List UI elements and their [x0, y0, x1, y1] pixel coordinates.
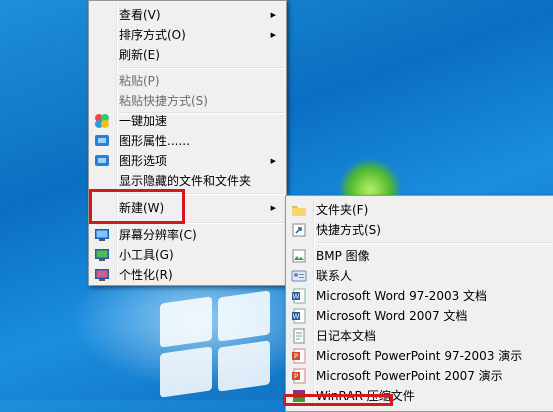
submenu-arrow-icon: ▶	[270, 157, 276, 165]
powerpoint-icon: P	[292, 348, 306, 364]
powerpoint-icon: P	[292, 368, 306, 384]
svg-text:W: W	[293, 293, 300, 301]
menu-item-paste-shortcut[interactable]: 粘贴快捷方式(S)	[91, 91, 284, 111]
menu-item-label: 屏幕分辨率(C)	[119, 228, 197, 242]
menu-item-label: 小工具(G)	[119, 248, 174, 262]
menu-item-personalize[interactable]: 个性化(R)	[91, 265, 284, 285]
gadgets-icon	[95, 249, 109, 261]
shortcut-icon	[292, 223, 306, 237]
menu-item-label: 联系人	[316, 269, 353, 283]
submenu-item-highlight-box	[283, 394, 393, 406]
word-icon: W	[292, 288, 306, 304]
menu-item-graphics-options[interactable]: 图形选项 ▶	[91, 151, 284, 171]
menu-item-screen-resolution[interactable]: 屏幕分辨率(C)	[91, 225, 284, 245]
menu-item-label: 排序方式(O)	[119, 28, 186, 42]
menu-item-view[interactable]: 查看(V) ▶	[91, 5, 284, 25]
submenu-item-folder[interactable]: 文件夹(F)	[288, 200, 552, 220]
screen-resolution-icon	[95, 229, 109, 241]
svg-text:P: P	[294, 373, 298, 381]
submenu-item-shortcut[interactable]: 快捷方式(S)	[288, 220, 552, 240]
windows-logo	[160, 290, 280, 400]
new-item-highlight-box	[89, 189, 185, 224]
menu-item-refresh[interactable]: 刷新(E)	[91, 45, 284, 65]
desktop-context-menu: 查看(V) ▶ 排序方式(O) ▶ 刷新(E) 粘贴(P) 粘贴快捷方式(S) …	[88, 0, 287, 286]
journal-icon	[293, 328, 305, 344]
menu-item-label: 一键加速	[119, 114, 168, 128]
contact-icon	[291, 270, 307, 282]
menu-separator	[316, 242, 552, 244]
menu-item-label: 粘贴快捷方式(S)	[119, 94, 208, 108]
menu-item-label: 显示隐藏的文件和文件夹	[119, 174, 252, 188]
menu-item-label: BMP 图像	[316, 249, 370, 263]
menu-item-label: 个性化(R)	[119, 268, 173, 282]
svg-text:P: P	[294, 353, 298, 361]
submenu-item-contact[interactable]: 联系人	[288, 266, 552, 286]
menu-item-label: Microsoft PowerPoint 97-2003 演示	[316, 349, 523, 363]
menu-item-label: 粘贴(P)	[119, 74, 160, 88]
menu-item-sort-by[interactable]: 排序方式(O) ▶	[91, 25, 284, 45]
submenu-item-word-97-2003[interactable]: W Microsoft Word 97-2003 文档	[288, 286, 552, 306]
submenu-item-powerpoint-97-2003[interactable]: P Microsoft PowerPoint 97-2003 演示	[288, 346, 552, 366]
menu-item-label: 刷新(E)	[119, 48, 160, 62]
menu-item-label: 快捷方式(S)	[316, 223, 381, 237]
menu-item-label: Microsoft Word 97-2003 文档	[316, 289, 488, 303]
submenu-arrow-icon: ▶	[270, 11, 276, 19]
submenu-item-bmp-image[interactable]: BMP 图像	[288, 246, 552, 266]
menu-item-label: 图形选项	[119, 154, 168, 168]
svg-text:W: W	[293, 313, 300, 321]
menu-separator	[119, 67, 284, 69]
submenu-arrow-icon: ▶	[270, 204, 276, 212]
menu-item-gadgets[interactable]: 小工具(G)	[91, 245, 284, 265]
speedup-icon	[95, 114, 109, 128]
personalize-icon	[95, 269, 109, 281]
submenu-item-word-2007[interactable]: W Microsoft Word 2007 文档	[288, 306, 552, 326]
menu-item-label: 文件夹(F)	[316, 203, 369, 217]
menu-item-label: 日记本文档	[316, 329, 377, 343]
new-submenu: 文件夹(F) 快捷方式(S) BMP 图像 联系人 W Microsoft Wo…	[285, 195, 553, 412]
menu-item-paste[interactable]: 粘贴(P)	[91, 71, 284, 91]
menu-item-label: 查看(V)	[119, 8, 161, 22]
menu-item-label: Microsoft PowerPoint 2007 演示	[316, 369, 503, 383]
menu-item-label: 图形属性......	[119, 134, 190, 148]
submenu-arrow-icon: ▶	[270, 31, 276, 39]
submenu-item-powerpoint-2007[interactable]: P Microsoft PowerPoint 2007 演示	[288, 366, 552, 386]
submenu-item-journal[interactable]: 日记本文档	[288, 326, 552, 346]
graphics-properties-icon	[95, 135, 109, 146]
menu-item-show-hidden-files[interactable]: 显示隐藏的文件和文件夹	[91, 171, 284, 191]
menu-item-speedup[interactable]: 一键加速	[91, 111, 284, 131]
folder-icon	[292, 206, 306, 216]
bmp-icon	[292, 249, 306, 263]
menu-item-graphics-properties[interactable]: 图形属性......	[91, 131, 284, 151]
graphics-options-icon	[95, 155, 109, 166]
word-icon: W	[292, 308, 306, 324]
menu-item-label: Microsoft Word 2007 文档	[316, 309, 468, 323]
